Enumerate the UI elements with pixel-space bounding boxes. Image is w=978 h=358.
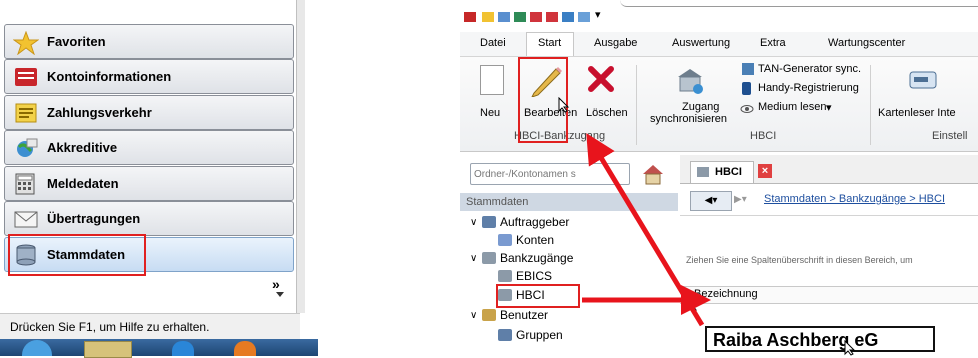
nav-favoriten[interactable]: Favoriten bbox=[4, 24, 294, 59]
ie-taskbar-icon[interactable] bbox=[172, 341, 194, 356]
nav-meldedaten[interactable]: Meldedaten bbox=[4, 166, 294, 201]
nav-label: Zahlungsverkehr bbox=[47, 105, 152, 120]
globe-icon bbox=[13, 137, 39, 159]
status-bar: Drücken Sie F1, um Hilfe zu erhalten. bbox=[0, 313, 300, 339]
nav-label: Favoriten bbox=[47, 34, 106, 49]
highlight-box-stammdaten bbox=[8, 234, 146, 276]
payment-icon bbox=[13, 102, 39, 124]
nav-zahlungsverkehr[interactable]: Zahlungsverkehr bbox=[4, 95, 294, 130]
annotation-arrows bbox=[582, 133, 711, 327]
expand-more-icon[interactable]: » bbox=[272, 276, 280, 292]
firefox-taskbar-icon[interactable] bbox=[234, 341, 256, 356]
right-panel: ▾ Datei Start Ausgabe Auswertung Extra W… bbox=[460, 0, 978, 356]
nav-label: Akkreditive bbox=[47, 140, 118, 155]
taskbar bbox=[0, 339, 318, 358]
calculator-icon bbox=[13, 173, 39, 195]
account-book-icon bbox=[13, 66, 39, 88]
nav-label: Kontoinformationen bbox=[47, 69, 172, 84]
nav-kontoinformationen[interactable]: Kontoinformationen bbox=[4, 59, 294, 94]
chevron-down-icon[interactable] bbox=[276, 292, 284, 297]
explorer-taskbar-icon[interactable] bbox=[84, 341, 132, 358]
nav-label: Meldedaten bbox=[47, 176, 119, 191]
status-gap bbox=[305, 313, 318, 339]
nav-uebertragungen[interactable]: Übertragungen bbox=[4, 201, 294, 236]
panel-splitter[interactable] bbox=[296, 0, 305, 313]
start-orb-icon[interactable] bbox=[22, 340, 52, 356]
left-panel: Favoriten Kontoinformationen Zahlungsver… bbox=[0, 0, 318, 358]
nav-label: Übertragungen bbox=[47, 211, 141, 226]
star-icon bbox=[12, 30, 40, 55]
envelope-icon bbox=[13, 208, 39, 230]
nav-akkreditive[interactable]: Akkreditive bbox=[4, 130, 294, 165]
